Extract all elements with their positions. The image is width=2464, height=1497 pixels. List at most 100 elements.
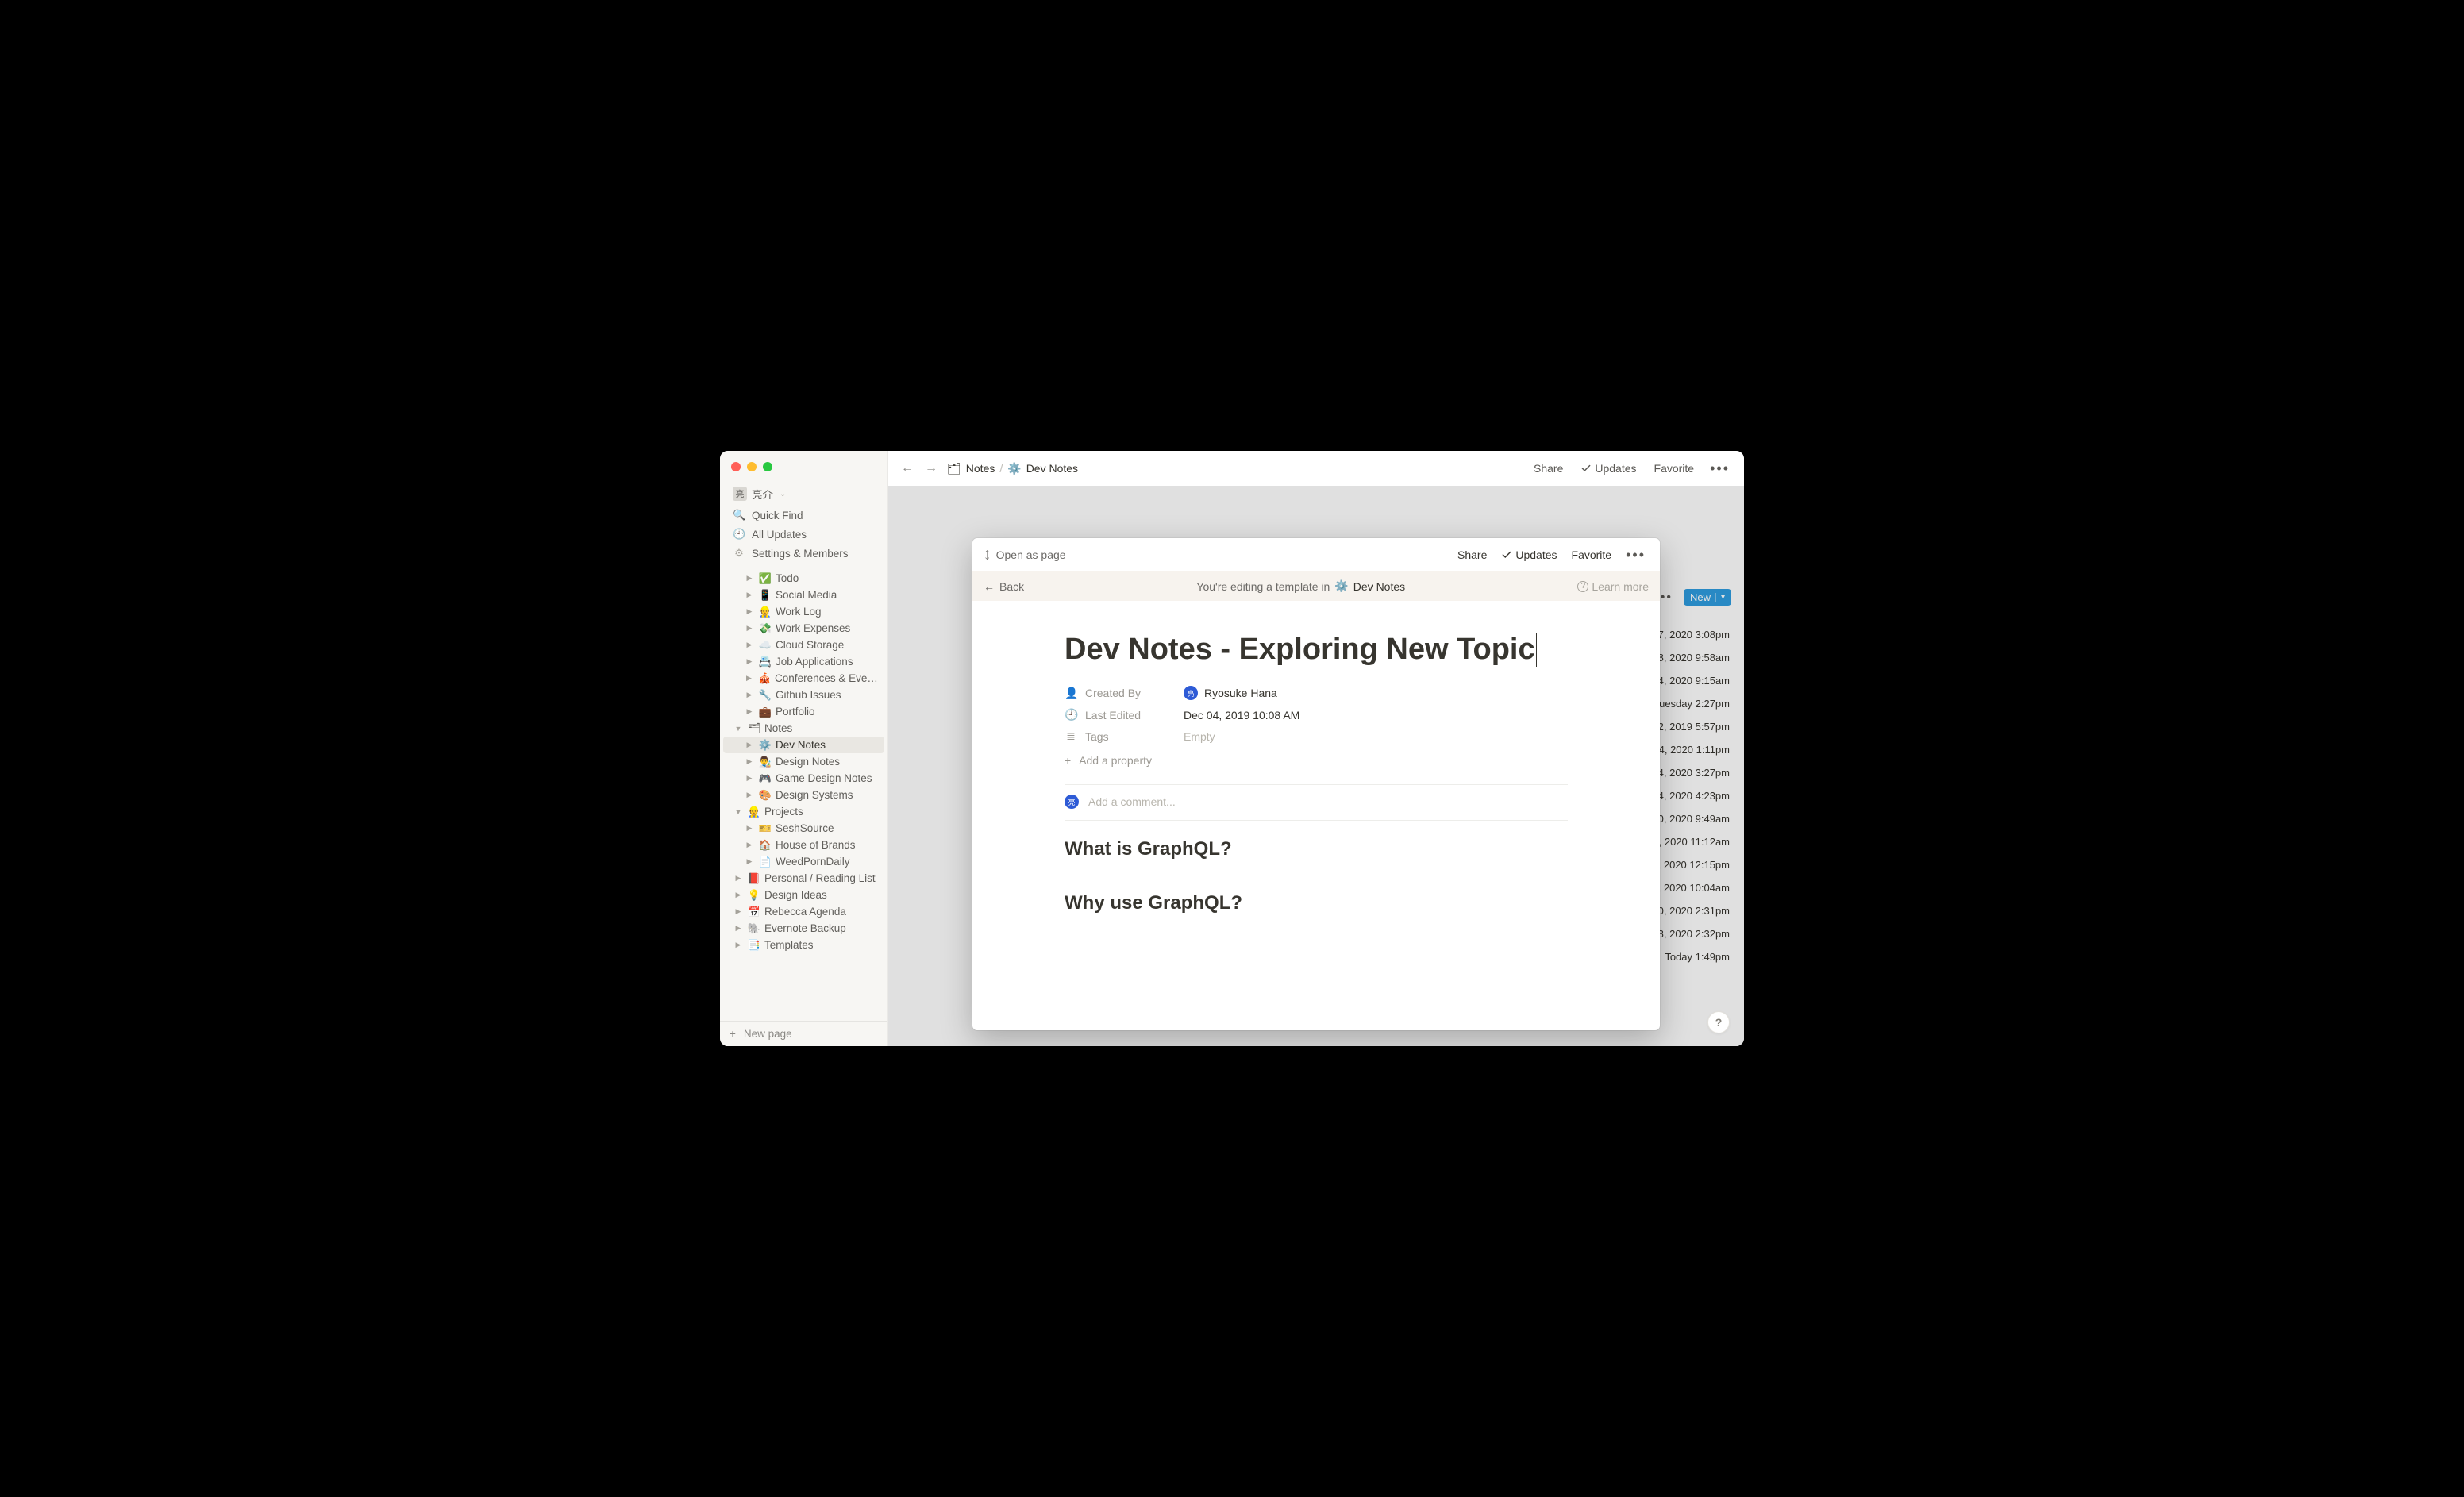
- page-emoji: ☁️: [758, 639, 772, 652]
- sidebar-page-item[interactable]: ▶📇Job Applications: [723, 653, 884, 670]
- modal-share-button[interactable]: Share: [1454, 547, 1490, 563]
- sidebar-page-item[interactable]: ▶👷Work Log: [723, 603, 884, 620]
- modal-updates-button[interactable]: Updates: [1498, 547, 1560, 563]
- breadcrumb: 🗂 Notes / ⚙️ Dev Notes: [947, 462, 1078, 475]
- sidebar-page-item[interactable]: ▶🐘Evernote Backup: [723, 920, 884, 937]
- page-emoji: 📅: [747, 906, 761, 918]
- sidebar-page-item[interactable]: ▼👷Projects: [723, 803, 884, 820]
- sidebar-page-item[interactable]: ▼🗂Notes: [723, 720, 884, 737]
- property-created-by[interactable]: 👤 Created By 亮 Ryosuke Hana: [1065, 686, 1568, 700]
- comment-placeholder: Add a comment...: [1088, 795, 1176, 808]
- breadcrumb-emoji-1: ⚙️: [1007, 462, 1021, 475]
- settings-members-button[interactable]: ⚙ Settings & Members: [728, 545, 880, 562]
- disclosure-triangle-icon[interactable]: ▶: [744, 857, 755, 866]
- page-title-input[interactable]: Dev Notes - Exploring New Topic: [1065, 633, 1537, 667]
- sidebar-page-item[interactable]: ▶📱Social Media: [723, 587, 884, 603]
- property-last-edited[interactable]: 🕘 Last Edited Dec 04, 2019 10:08 AM: [1065, 708, 1568, 722]
- disclosure-triangle-icon[interactable]: ▶: [744, 841, 755, 849]
- disclosure-triangle-icon[interactable]: ▼: [733, 725, 744, 733]
- add-comment-row[interactable]: 亮 Add a comment...: [1065, 795, 1568, 809]
- modal-favorite-button[interactable]: Favorite: [1569, 547, 1615, 563]
- disclosure-triangle-icon[interactable]: ▶: [744, 707, 755, 716]
- sidebar-page-item[interactable]: ▶💡Design Ideas: [723, 887, 884, 903]
- disclosure-triangle-icon[interactable]: ▶: [744, 791, 755, 799]
- divider: [1065, 820, 1568, 821]
- disclosure-triangle-icon[interactable]: ▶: [744, 774, 755, 783]
- heading-block[interactable]: Why use GraphQL?: [1065, 892, 1568, 914]
- sidebar-page-item[interactable]: ▶🔧Github Issues: [723, 687, 884, 703]
- page-label: House of Brands: [776, 839, 856, 851]
- disclosure-triangle-icon[interactable]: ▶: [733, 907, 744, 916]
- sidebar-page-item[interactable]: ▶💼Portfolio: [723, 703, 884, 720]
- last-edited-value: Dec 04, 2019 10:08 AM: [1184, 709, 1299, 722]
- sidebar-page-item[interactable]: ▶📄WeedPornDaily: [723, 853, 884, 870]
- share-button[interactable]: Share: [1529, 459, 1568, 478]
- disclosure-triangle-icon[interactable]: ▶: [744, 607, 755, 616]
- open-as-page-button[interactable]: ⤢ Open as page: [984, 548, 1066, 561]
- learn-more-button[interactable]: ? Learn more: [1577, 580, 1649, 593]
- sidebar-page-item[interactable]: ▶👨‍🎨Design Notes: [723, 753, 884, 770]
- disclosure-triangle-icon[interactable]: ▶: [744, 824, 755, 833]
- workspace-switcher[interactable]: 亮 亮介 ⌄: [728, 483, 880, 505]
- content-area: Search ••• New ▾ May 27, 2020 3:08pmMay …: [888, 486, 1744, 1046]
- page-label: Github Issues: [776, 689, 841, 701]
- clock-icon: 🕘: [1065, 708, 1077, 722]
- disclosure-triangle-icon[interactable]: ▶: [744, 741, 755, 749]
- disclosure-triangle-icon[interactable]: ▶: [744, 674, 755, 683]
- disclosure-triangle-icon[interactable]: ▶: [744, 641, 755, 649]
- disclosure-triangle-icon[interactable]: ▼: [733, 808, 744, 816]
- sidebar-page-item[interactable]: ▶📑Templates: [723, 937, 884, 953]
- breadcrumb-item-1[interactable]: Dev Notes: [1026, 462, 1078, 475]
- sidebar-page-item[interactable]: ▶🎨Design Systems: [723, 787, 884, 803]
- topbar: ← → 🗂 Notes / ⚙️ Dev Notes Share Updates…: [888, 451, 1744, 486]
- favorite-button[interactable]: Favorite: [1650, 459, 1700, 478]
- disclosure-triangle-icon[interactable]: ▶: [744, 657, 755, 666]
- sidebar-page-item[interactable]: ▶🎮Game Design Notes: [723, 770, 884, 787]
- sidebar-page-item[interactable]: ▶⚙️Dev Notes: [723, 737, 884, 753]
- settings-label: Settings & Members: [752, 548, 849, 560]
- nav-forward-button[interactable]: →: [923, 461, 939, 475]
- sidebar-page-item[interactable]: ▶📅Rebecca Agenda: [723, 903, 884, 920]
- new-page-label: New page: [744, 1028, 792, 1040]
- sidebar-page-item[interactable]: ▶🎪Conferences & Events: [723, 670, 884, 687]
- page-menu-button[interactable]: •••: [1707, 460, 1733, 477]
- page-emoji: 🐘: [747, 922, 761, 935]
- close-window-button[interactable]: [731, 462, 741, 471]
- help-button[interactable]: ?: [1707, 1011, 1730, 1033]
- disclosure-triangle-icon[interactable]: ▶: [744, 691, 755, 699]
- disclosure-triangle-icon[interactable]: ▶: [744, 624, 755, 633]
- template-back-button[interactable]: ← Back: [984, 580, 1024, 593]
- sidebar-page-item[interactable]: ▶☁️Cloud Storage: [723, 637, 884, 653]
- disclosure-triangle-icon[interactable]: ▶: [733, 874, 744, 883]
- disclosure-triangle-icon[interactable]: ▶: [733, 941, 744, 949]
- sidebar-page-item[interactable]: ▶🎫SeshSource: [723, 820, 884, 837]
- quick-find-button[interactable]: 🔍 Quick Find: [728, 506, 880, 524]
- page-emoji: 👷: [758, 606, 772, 618]
- modal-menu-button[interactable]: •••: [1623, 547, 1649, 564]
- check-icon: [1501, 549, 1512, 560]
- banner-page-link[interactable]: Dev Notes: [1353, 580, 1405, 593]
- sidebar-page-item[interactable]: ▶✅Todo: [723, 570, 884, 587]
- all-updates-button[interactable]: 🕘 All Updates: [728, 525, 880, 543]
- disclosure-triangle-icon[interactable]: ▶: [744, 591, 755, 599]
- page-label: Todo: [776, 572, 799, 584]
- disclosure-triangle-icon[interactable]: ▶: [744, 574, 755, 583]
- workspace-name: 亮介: [752, 486, 773, 502]
- add-property-button[interactable]: + Add a property: [1065, 751, 1568, 767]
- sidebar-page-item[interactable]: ▶🏠House of Brands: [723, 837, 884, 853]
- sidebar-page-item[interactable]: ▶💸Work Expenses: [723, 620, 884, 637]
- disclosure-triangle-icon[interactable]: ▶: [733, 924, 744, 933]
- person-icon: 👤: [1065, 687, 1077, 700]
- disclosure-triangle-icon[interactable]: ▶: [733, 891, 744, 899]
- disclosure-triangle-icon[interactable]: ▶: [744, 757, 755, 766]
- breadcrumb-item-0[interactable]: Notes: [966, 462, 995, 475]
- sidebar-page-item[interactable]: ▶📕Personal / Reading List: [723, 870, 884, 887]
- banner-prefix: You're editing a template in: [1196, 580, 1330, 593]
- zoom-window-button[interactable]: [763, 462, 772, 471]
- updates-button[interactable]: Updates: [1576, 459, 1641, 478]
- minimize-window-button[interactable]: [747, 462, 757, 471]
- nav-back-button[interactable]: ←: [899, 461, 915, 475]
- new-page-button[interactable]: + New page: [720, 1021, 887, 1046]
- heading-block[interactable]: What is GraphQL?: [1065, 838, 1568, 860]
- property-tags[interactable]: ≣ Tags Empty: [1065, 729, 1568, 743]
